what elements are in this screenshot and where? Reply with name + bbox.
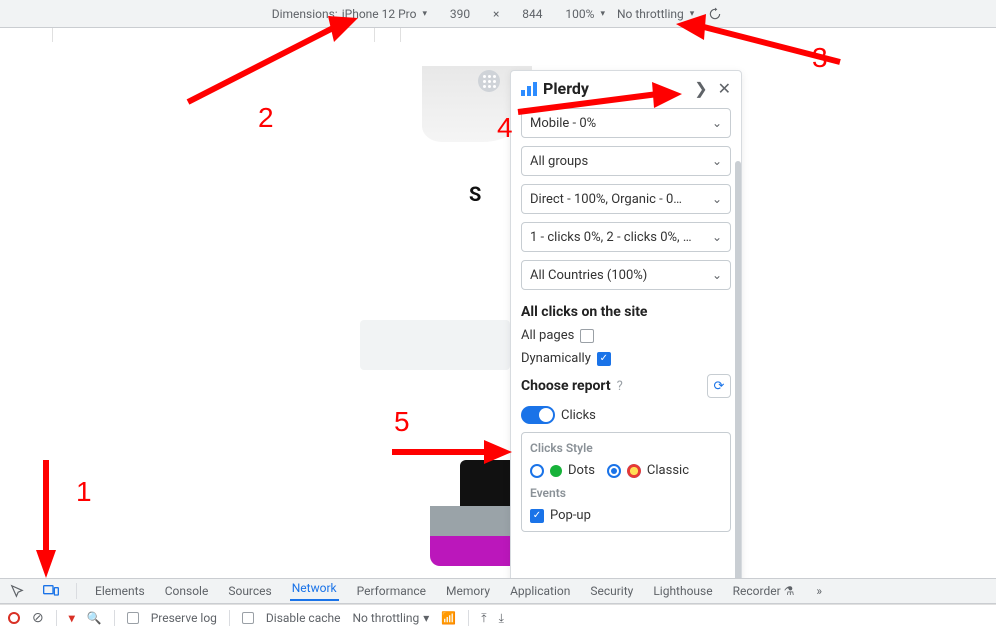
tab-recorder[interactable]: Recorder ⚗ [731, 584, 797, 598]
tab-lighthouse[interactable]: Lighthouse [651, 584, 714, 598]
traffic-value: Direct - 100%, Organic - 0… [530, 192, 682, 207]
annotation-1: 1 [76, 476, 92, 508]
section-title: All clicks on the site [521, 304, 731, 320]
preserve-log-label: Preserve log [151, 611, 217, 625]
clicks-style-heading: Clicks Style [530, 441, 722, 455]
chevron-down-icon: ▾ [423, 611, 429, 625]
collapse-icon[interactable]: ❯ [694, 79, 707, 98]
zoom-dropdown[interactable]: 100% [565, 7, 605, 21]
groups-select[interactable]: All groups ⌄ [521, 146, 731, 176]
device-width[interactable]: 390 [439, 7, 481, 21]
clicks-value: 1 - clicks 0%, 2 - clicks 0%, … [530, 230, 692, 245]
panel-drag-handle[interactable] [478, 70, 500, 92]
annotation-2: 2 [258, 102, 274, 134]
close-icon[interactable]: ✕ [718, 79, 731, 98]
tab-security[interactable]: Security [588, 584, 635, 598]
tab-application[interactable]: Application [508, 584, 572, 598]
countries-value: All Countries (100%) [530, 268, 647, 283]
chevron-down-icon: ⌄ [712, 192, 722, 206]
popup-checkbox[interactable] [530, 509, 544, 523]
more-tabs-icon[interactable]: » [816, 584, 822, 598]
network-throttling-dropdown[interactable]: No throttling ▾ [353, 611, 430, 625]
search-icon[interactable]: 🔍 [87, 611, 102, 625]
all-pages-label: All pages [521, 328, 574, 343]
chevron-down-icon: ⌄ [712, 154, 722, 168]
dots-radio[interactable] [530, 464, 544, 478]
clicks-toggle-row: Clicks [521, 406, 731, 424]
chevron-down-icon: ⌄ [712, 116, 722, 130]
product-letter: S [469, 182, 481, 206]
clicks-select[interactable]: 1 - clicks 0%, 2 - clicks 0%, … ⌄ [521, 222, 731, 252]
popup-label: Pop-up [550, 508, 591, 523]
clicks-style-card: Clicks Style Dots Classic Events Pop-up [521, 432, 731, 532]
dynamically-row: Dynamically [521, 351, 731, 366]
annotation-5: 5 [394, 406, 410, 438]
disable-cache-checkbox[interactable] [242, 612, 254, 624]
device-toggle-icon[interactable] [42, 582, 60, 600]
x-separator: × [493, 7, 499, 21]
help-icon[interactable]: ? [617, 379, 623, 394]
classic-radio[interactable] [607, 464, 621, 478]
disable-cache-label: Disable cache [266, 611, 341, 625]
flask-icon: ⚗ [784, 584, 795, 598]
dot-icon [550, 465, 562, 477]
import-icon[interactable]: ⤒ [481, 611, 486, 626]
dynamically-label: Dynamically [521, 351, 591, 366]
dots-label: Dots [568, 463, 595, 478]
preserve-log-checkbox[interactable] [127, 612, 139, 624]
dynamically-checkbox[interactable] [597, 352, 611, 366]
tab-network[interactable]: Network [290, 581, 339, 601]
export-icon[interactable]: ⤓ [499, 611, 504, 626]
traffic-select[interactable]: Direct - 100%, Organic - 0… ⌄ [521, 184, 731, 214]
annotation-3: 3 [812, 42, 828, 74]
network-toolbar: ⊘ ▾ 🔍 Preserve log Disable cache No thro… [0, 604, 996, 631]
record-button[interactable] [8, 612, 20, 624]
all-pages-checkbox[interactable] [580, 329, 594, 343]
classic-label: Classic [647, 463, 689, 478]
annotation-arrow-5 [388, 440, 518, 474]
chevron-down-icon: ⌄ [712, 230, 722, 244]
choose-report-heading: Choose report [521, 378, 611, 394]
clicks-toggle[interactable] [521, 406, 555, 424]
chevron-down-icon: ⌄ [712, 268, 722, 282]
clicks-label: Clicks [561, 408, 596, 423]
tab-console[interactable]: Console [163, 584, 211, 598]
tab-sources[interactable]: Sources [226, 584, 273, 598]
product-card [360, 320, 510, 370]
network-throttling-value: No throttling [353, 611, 420, 625]
countries-select[interactable]: All Countries (100%) ⌄ [521, 260, 731, 290]
tab-elements[interactable]: Elements [93, 584, 147, 598]
scrollbar[interactable] [735, 161, 741, 599]
inspect-icon[interactable] [8, 582, 26, 600]
device-height[interactable]: 844 [511, 7, 553, 21]
events-heading: Events [530, 486, 722, 500]
annotation-arrow-4 [508, 82, 688, 126]
annotation-4: 4 [497, 112, 513, 144]
annotation-arrow-1 [34, 460, 64, 584]
clear-button[interactable]: ⊘ [32, 610, 44, 626]
tab-performance[interactable]: Performance [355, 584, 428, 598]
filter-icon[interactable]: ▾ [69, 611, 75, 625]
wifi-icon[interactable]: 📶 [441, 611, 456, 625]
tab-memory[interactable]: Memory [444, 584, 492, 598]
plerdy-panel: Plerdy ❯ ✕ Mobile - 0% ⌄ All groups ⌄ Di… [510, 70, 742, 600]
devtools-tabs: Elements Console Sources Network Perform… [0, 578, 996, 604]
target-icon [627, 464, 641, 478]
annotation-arrow-2 [178, 12, 368, 116]
refresh-button[interactable]: ⟳ [707, 374, 731, 398]
all-pages-row: All pages [521, 328, 731, 343]
groups-value: All groups [530, 154, 588, 169]
zoom-value: 100% [565, 7, 594, 21]
